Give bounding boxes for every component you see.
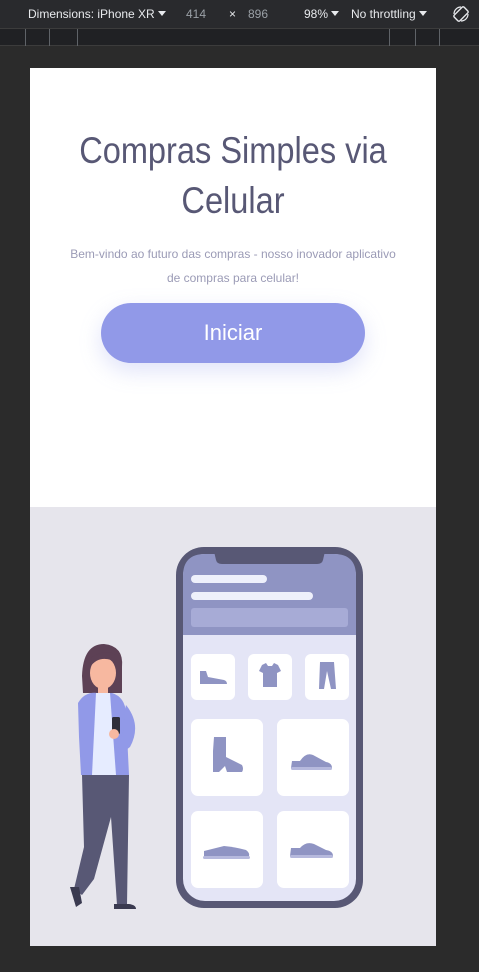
page-title: Compras Simples via Celular: [79, 130, 387, 221]
width-input[interactable]: 414: [186, 7, 206, 21]
devtools-toolbar: Dimensions: iPhone XR 414 × 896 98% No t…: [0, 0, 479, 29]
hero-section: Compras Simples via Celular Bem-vindo ao…: [30, 68, 436, 507]
chevron-down-icon: [418, 11, 427, 16]
hero-subtitle: Bem-vindo ao futuro das compras - nosso …: [70, 247, 396, 285]
dimension-separator: ×: [229, 7, 237, 21]
device-select[interactable]: Dimensions: iPhone XR: [28, 7, 166, 21]
smartphone-illustration: [176, 547, 363, 908]
rotate-icon[interactable]: [452, 5, 470, 23]
start-button[interactable]: Iniciar: [101, 303, 365, 363]
media-query-ruler: [0, 29, 479, 46]
woman-illustration: [70, 644, 136, 909]
zoom-label: 98%: [304, 7, 329, 21]
device-viewport: Compras Simples via Celular Bem-vindo ao…: [30, 68, 436, 946]
height-input[interactable]: 896: [248, 7, 268, 21]
device-label: Dimensions: iPhone XR: [28, 7, 155, 21]
throttling-label: No throttling: [351, 7, 416, 21]
chevron-down-icon: [157, 11, 166, 16]
zoom-select[interactable]: 98%: [304, 7, 340, 21]
throttling-select[interactable]: No throttling: [351, 7, 427, 21]
illustration-section: [30, 507, 436, 946]
chevron-down-icon: [331, 11, 340, 16]
shopping-illustration: [70, 547, 363, 909]
